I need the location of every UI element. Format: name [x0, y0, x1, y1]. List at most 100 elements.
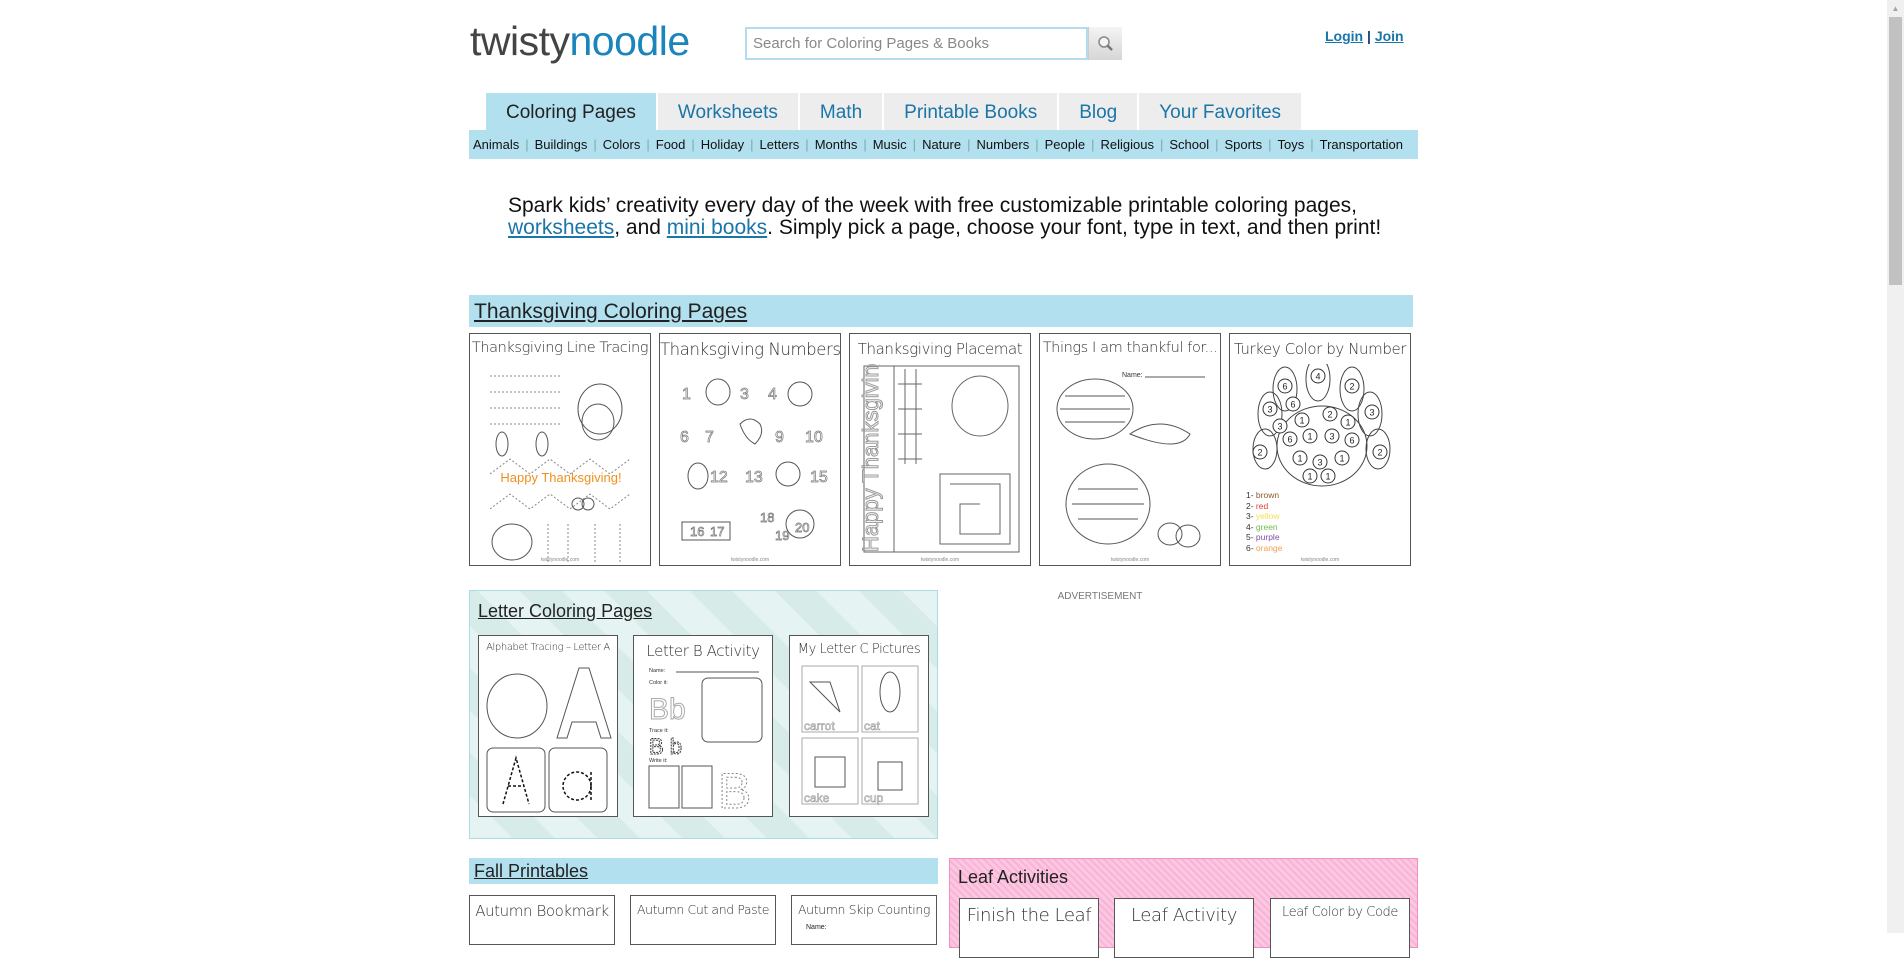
- word-cup: cup: [864, 791, 884, 805]
- number-circle: 2: [1372, 444, 1388, 460]
- card-footer: twistynoodle.com: [1300, 557, 1340, 563]
- card-title: Thanksgiving Line Tracing: [471, 340, 649, 356]
- subnav-transportation[interactable]: Transportation: [1320, 137, 1403, 152]
- subnav-separator: |: [525, 137, 529, 152]
- subnav-separator: |: [863, 137, 867, 152]
- subnav-separator: |: [1268, 137, 1272, 152]
- subnav-separator: |: [1215, 137, 1219, 152]
- subnav-school[interactable]: School: [1169, 137, 1209, 152]
- card-my-letter-c-pictures[interactable]: My Letter C Pictures carrot cat cake cup: [789, 635, 929, 817]
- letter-section-link[interactable]: Letter Coloring Pages: [478, 601, 652, 622]
- tab-math[interactable]: Math: [798, 93, 883, 130]
- card-autumn-skip-counting[interactable]: Autumn Skip Counting Name:: [791, 895, 937, 945]
- svg-text:3: 3: [1267, 405, 1272, 415]
- mini-books-link[interactable]: mini books: [667, 216, 767, 239]
- line-tracing-illustration: Happy Thanksgiving!: [489, 375, 631, 562]
- subnav-separator: |: [1159, 137, 1164, 152]
- number-label: 9: [775, 429, 784, 446]
- fall-section-link[interactable]: Fall Printables: [474, 861, 588, 881]
- site-logo[interactable]: twistynoodle: [470, 18, 690, 65]
- subnav-people[interactable]: People: [1045, 137, 1085, 152]
- number-label: 17: [710, 524, 724, 539]
- card-autumn-cut-and-paste[interactable]: Autumn Cut and Paste: [630, 895, 776, 945]
- number-label: 12: [710, 469, 728, 486]
- card-thanksgiving-placemat[interactable]: Thanksgiving Placemat Happy Thanksgiving…: [849, 333, 1031, 566]
- card-leaf-color-by-code[interactable]: Leaf Color by Code: [1270, 898, 1410, 958]
- tab-blog[interactable]: Blog: [1058, 93, 1138, 130]
- happy-thanksgiving-text: Happy Thanksgiving!: [500, 470, 621, 485]
- svg-text:2: 2: [1349, 382, 1354, 392]
- thanksgiving-section-header: Thanksgiving Coloring Pages: [469, 295, 1413, 327]
- letter-coloring-section: Letter Coloring Pages Alphabet Tracing –…: [469, 590, 938, 839]
- logo-text-twisty: twisty: [470, 18, 570, 64]
- number-label: 16: [690, 524, 704, 539]
- subnav-separator: |: [805, 137, 809, 152]
- placemat-illustration: Happy Thanksgiving: [858, 364, 1020, 553]
- svg-text:B b: B b: [649, 734, 682, 759]
- category-subnav: Animals | Buildings | Colors | Food | Holiday | Le…: [469, 130, 1418, 159]
- card-things-i-am-thankful-for[interactable]: Things I am thankful for... Name: twisty…: [1039, 333, 1221, 566]
- card-title: Finish the Leaf: [966, 905, 1092, 926]
- subnav-sports[interactable]: Sports: [1225, 137, 1263, 152]
- worksheets-link[interactable]: worksheets: [508, 216, 614, 239]
- number-circle: 6: [1285, 396, 1301, 412]
- subnav-nature[interactable]: Nature: [922, 137, 961, 152]
- card-alphabet-tracing-letter-a[interactable]: Alphabet Tracing – Letter A: [478, 635, 618, 817]
- card-letter-b-activity[interactable]: Letter B Activity Name: Color it: Trace …: [633, 635, 773, 817]
- search-box: [745, 27, 1089, 60]
- subnav-holiday[interactable]: Holiday: [701, 137, 744, 152]
- tab-coloring-pages[interactable]: Coloring Pages: [485, 93, 656, 130]
- svg-text:Bb: Bb: [649, 693, 686, 726]
- leaf-section-title[interactable]: Leaf Activities: [958, 867, 1068, 888]
- card-thanksgiving-numbers[interactable]: Thanksgiving Numbers 1 3 4 6 7 9 10 12 13 15 16 17 1…: [659, 333, 841, 566]
- subnav-months[interactable]: Months: [815, 137, 858, 152]
- legend-entry: 2- red: [1246, 500, 1269, 511]
- subnav-religious[interactable]: Religious: [1101, 137, 1154, 152]
- search-button[interactable]: [1088, 27, 1122, 60]
- subnav-separator: |: [593, 137, 597, 152]
- subnav-letters[interactable]: Letters: [760, 137, 800, 152]
- svg-text:B: B: [718, 763, 751, 817]
- subnav-food[interactable]: Food: [656, 137, 686, 152]
- card-title: Letter B Activity: [646, 642, 760, 660]
- card-leaf-activity[interactable]: Leaf Activity: [1114, 898, 1254, 958]
- color-it-label: Color it:: [649, 680, 668, 686]
- intro-text: , and: [614, 216, 667, 239]
- subnav-separator: |: [750, 137, 754, 152]
- card-finish-the-leaf[interactable]: Finish the Leaf: [959, 898, 1099, 958]
- card-thanksgiving-line-tracing[interactable]: Thanksgiving Line Tracing Happy Thanksgi…: [469, 333, 651, 566]
- card-autumn-bookmark[interactable]: Autumn Bookmark: [469, 895, 615, 945]
- subnav-buildings[interactable]: Buildings: [535, 137, 588, 152]
- card-turkey-color-by-number[interactable]: Turkey Color by Number 64236331212613621…: [1229, 333, 1411, 566]
- number-label: 7: [705, 429, 714, 446]
- login-link[interactable]: Login: [1325, 28, 1363, 44]
- tab-your-favorites[interactable]: Your Favorites: [1138, 93, 1302, 130]
- subnav-animals[interactable]: Animals: [473, 137, 519, 152]
- tab-printable-books[interactable]: Printable Books: [883, 93, 1058, 130]
- join-link[interactable]: Join: [1375, 28, 1404, 44]
- scrollbar-thumb[interactable]: [1889, 17, 1902, 285]
- subnav-music[interactable]: Music: [873, 137, 907, 152]
- number-label: 1: [682, 386, 691, 403]
- card-title: Alphabet Tracing – Letter A: [486, 642, 610, 653]
- card-title: Thanksgiving Numbers: [660, 340, 841, 359]
- svg-text:6: 6: [1282, 382, 1287, 392]
- name-label: Name:: [649, 668, 666, 674]
- number-label: 19: [775, 528, 789, 543]
- legend-entry: 5- purple: [1246, 532, 1280, 542]
- subnav-toys[interactable]: Toys: [1277, 137, 1304, 152]
- magnifier-icon: [1097, 35, 1113, 51]
- number-label: 6: [680, 429, 689, 446]
- number-circle: 1: [1294, 412, 1310, 428]
- subnav-colors[interactable]: Colors: [603, 137, 641, 152]
- auth-links: Login | Join: [1325, 28, 1404, 44]
- search-input[interactable]: [747, 29, 1089, 58]
- tab-worksheets[interactable]: Worksheets: [656, 93, 798, 130]
- subnav-numbers[interactable]: Numbers: [976, 137, 1029, 152]
- number-circle: 4: [1310, 368, 1326, 384]
- thanksgiving-section-link[interactable]: Thanksgiving Coloring Pages: [474, 300, 747, 323]
- word-cat: cat: [864, 719, 881, 733]
- leaf-activities-section: Leaf Activities Finish the Leaf Leaf Act…: [949, 858, 1418, 958]
- scroll-up-arrow-icon[interactable]: ▲: [1887, 0, 1904, 17]
- letter-c-illustration: carrot cat cake cup: [801, 665, 919, 805]
